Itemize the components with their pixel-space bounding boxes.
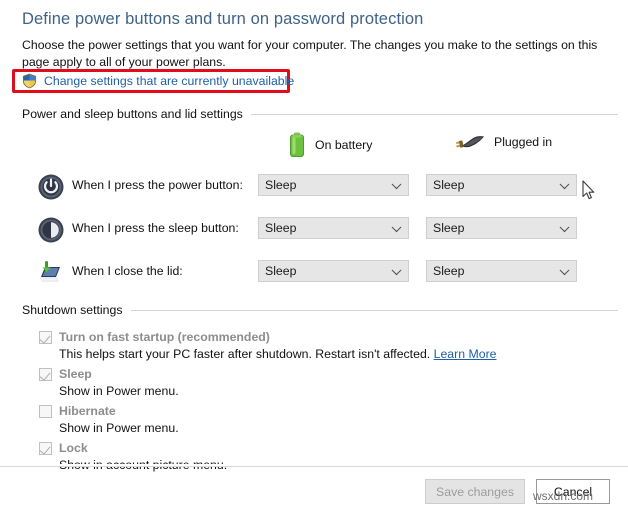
setting-row-power-button: When I press the power button: Sleep Sle… <box>38 172 628 202</box>
checkmark-icon <box>39 369 51 381</box>
checkbox-hibernate[interactable] <box>39 405 52 418</box>
checkbox-lock[interactable] <box>39 442 52 455</box>
hibernate-description: Show in Power menu. <box>59 421 179 435</box>
change-settings-link[interactable]: Change settings that are currently unava… <box>22 73 294 89</box>
section-divider-line <box>250 113 618 115</box>
column-header-on-battery: On battery <box>288 132 372 158</box>
fast-startup-description: This helps start your PC faster after sh… <box>59 347 497 361</box>
dropdown-close-lid-plugged-in[interactable]: Sleep <box>426 260 577 282</box>
fast-startup-description-text: This helps start your PC faster after sh… <box>59 347 431 361</box>
battery-icon <box>288 132 306 158</box>
chevron-down-icon <box>559 265 570 276</box>
dropdown-sleep-button-on-battery[interactable]: Sleep <box>258 217 409 239</box>
column-header-on-battery-label: On battery <box>315 138 373 152</box>
checkbox-row-lock[interactable]: Lock <box>39 441 88 455</box>
checkmark-icon <box>39 332 51 344</box>
chevron-down-icon <box>391 222 402 233</box>
dropdown-power-button-on-battery-value: Sleep <box>265 178 297 192</box>
chevron-down-icon <box>391 265 402 276</box>
power-section-header-label: Power and sleep buttons and lid settings <box>22 107 243 121</box>
learn-more-link[interactable]: Learn More <box>434 347 497 361</box>
chevron-down-icon <box>559 222 570 233</box>
dropdown-close-lid-plugged-in-value: Sleep <box>433 264 465 278</box>
dropdown-close-lid-on-battery[interactable]: Sleep <box>258 260 409 282</box>
checkbox-fast-startup-label: Turn on fast startup (recommended) <box>59 330 270 344</box>
setting-row-close-lid: When I close the lid: Sleep Sleep <box>38 258 628 288</box>
checkbox-sleep-label: Sleep <box>59 367 92 381</box>
checkbox-row-hibernate[interactable]: Hibernate <box>39 404 116 418</box>
checkmark-icon <box>39 443 51 455</box>
dropdown-sleep-button-on-battery-value: Sleep <box>265 221 297 235</box>
setting-row-close-lid-label: When I close the lid: <box>72 264 183 278</box>
dropdown-power-button-plugged-in[interactable]: Sleep <box>426 174 577 196</box>
checkbox-lock-label: Lock <box>59 441 88 455</box>
shutdown-section-header-label: Shutdown settings <box>22 303 123 317</box>
power-plug-icon <box>455 132 485 152</box>
chevron-down-icon <box>391 179 402 190</box>
page-description: Choose the power settings that you want … <box>22 38 598 69</box>
save-changes-button-label: Save changes <box>436 484 514 499</box>
save-changes-button[interactable]: Save changes <box>425 479 525 504</box>
page-title: Define power buttons and turn on passwor… <box>22 10 424 28</box>
dropdown-power-button-plugged-in-value: Sleep <box>433 178 465 192</box>
setting-row-power-button-label: When I press the power button: <box>72 178 243 192</box>
checkbox-row-sleep[interactable]: Sleep <box>39 367 92 381</box>
change-settings-link-label: Change settings that are currently unava… <box>44 74 295 88</box>
power-section-header: Power and sleep buttons and lid settings <box>22 107 618 121</box>
footer-divider-line <box>0 466 628 467</box>
checkbox-fast-startup[interactable] <box>39 331 52 344</box>
chevron-down-icon <box>559 179 570 190</box>
checkbox-sleep[interactable] <box>39 368 52 381</box>
dropdown-sleep-button-plugged-in[interactable]: Sleep <box>426 217 577 239</box>
dropdown-close-lid-on-battery-value: Sleep <box>265 264 297 278</box>
sleep-description: Show in Power menu. <box>59 384 179 398</box>
checkbox-hibernate-label: Hibernate <box>59 404 116 418</box>
section-divider-line <box>130 309 618 311</box>
dropdown-power-button-on-battery[interactable]: Sleep <box>258 174 409 196</box>
shield-icon <box>22 73 37 89</box>
dropdown-sleep-button-plugged-in-value: Sleep <box>433 221 465 235</box>
shutdown-section-header: Shutdown settings <box>22 303 618 317</box>
watermark-text: wsxdn.com <box>533 489 594 503</box>
column-header-plugged-in-label: Plugged in <box>494 135 553 149</box>
column-header-plugged-in: Plugged in <box>455 132 552 152</box>
setting-row-sleep-button: When I press the sleep button: Sleep Sle… <box>38 215 628 245</box>
checkbox-row-fast-startup[interactable]: Turn on fast startup (recommended) <box>39 330 270 344</box>
setting-row-sleep-button-label: When I press the sleep button: <box>72 221 239 235</box>
